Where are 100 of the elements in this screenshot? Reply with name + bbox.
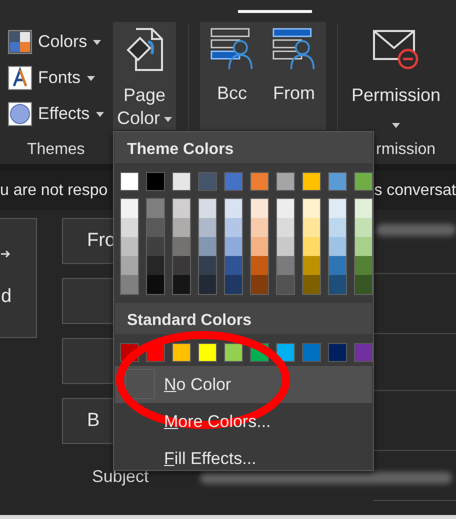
menu-item[interactable]: No Color bbox=[115, 366, 372, 403]
show-field-button[interactable]: From bbox=[268, 27, 320, 107]
color-swatch[interactable] bbox=[121, 237, 138, 256]
effects-icon bbox=[8, 102, 32, 126]
color-swatch[interactable] bbox=[329, 199, 346, 218]
color-swatch[interactable] bbox=[302, 343, 321, 362]
group-label: rmission bbox=[376, 140, 436, 160]
color-swatch[interactable] bbox=[303, 275, 320, 294]
field-person-icon bbox=[271, 27, 317, 70]
color-swatch[interactable] bbox=[120, 172, 139, 191]
color-swatch[interactable] bbox=[121, 218, 138, 237]
color-swatch[interactable] bbox=[276, 343, 295, 362]
theme-option-button[interactable]: Fonts bbox=[8, 60, 104, 96]
color-swatch[interactable] bbox=[121, 256, 138, 275]
color-swatch[interactable] bbox=[302, 172, 321, 191]
font-icon bbox=[8, 66, 32, 90]
field-person-icon bbox=[209, 27, 255, 70]
color-swatch[interactable] bbox=[277, 275, 294, 294]
color-swatch[interactable] bbox=[329, 218, 346, 237]
color-swatch[interactable] bbox=[355, 199, 372, 218]
info-bar-text: s conversat bbox=[374, 180, 456, 200]
empty-swatch-icon bbox=[125, 369, 155, 399]
color-swatch[interactable] bbox=[250, 172, 269, 191]
subject-label: Subject bbox=[92, 466, 149, 488]
color-swatch[interactable] bbox=[199, 256, 216, 275]
color-swatch[interactable] bbox=[147, 256, 164, 275]
page-color-button[interactable]: Page Color bbox=[113, 22, 176, 130]
color-swatch[interactable] bbox=[354, 172, 373, 191]
color-swatch[interactable] bbox=[277, 218, 294, 237]
caret-icon bbox=[392, 123, 400, 128]
envelope-no-entry-icon bbox=[373, 30, 419, 70]
color-swatch[interactable] bbox=[173, 237, 190, 256]
color-swatch[interactable] bbox=[224, 172, 243, 191]
color-swatch[interactable] bbox=[173, 256, 190, 275]
color-swatch[interactable] bbox=[225, 256, 242, 275]
color-swatch[interactable] bbox=[355, 256, 372, 275]
theme-option-button[interactable]: Colors bbox=[8, 24, 104, 60]
color-swatch[interactable] bbox=[251, 275, 268, 294]
show-field-button[interactable]: Bcc bbox=[206, 27, 258, 107]
group-label: Themes bbox=[27, 140, 85, 160]
color-swatch[interactable] bbox=[173, 275, 190, 294]
color-swatch[interactable] bbox=[303, 256, 320, 275]
color-swatch[interactable] bbox=[199, 218, 216, 237]
address-button[interactable] bbox=[62, 278, 116, 324]
color-swatch[interactable] bbox=[355, 275, 372, 294]
color-swatch[interactable] bbox=[303, 199, 320, 218]
caret-icon bbox=[93, 40, 102, 44]
permission-button[interactable]: Permission bbox=[345, 30, 447, 128]
color-swatch[interactable] bbox=[225, 199, 242, 218]
color-swatch[interactable] bbox=[251, 199, 268, 218]
color-swatch[interactable] bbox=[329, 275, 346, 294]
paint-bucket-page-icon bbox=[126, 28, 164, 72]
color-swatch[interactable] bbox=[251, 256, 268, 275]
color-swatch[interactable] bbox=[121, 199, 138, 218]
caret-icon bbox=[96, 112, 104, 116]
color-swatch[interactable] bbox=[147, 199, 164, 218]
color-swatch[interactable] bbox=[251, 218, 268, 237]
color-swatch[interactable] bbox=[198, 343, 217, 362]
caret-icon bbox=[86, 76, 95, 80]
send-button[interactable]: d bbox=[0, 218, 37, 338]
send-arrow-icon bbox=[1, 249, 11, 259]
color-swatch[interactable] bbox=[277, 256, 294, 275]
theme-option-button[interactable]: Effects bbox=[8, 96, 104, 132]
color-scheme-icon bbox=[8, 30, 32, 54]
color-swatch[interactable] bbox=[329, 256, 346, 275]
color-swatch[interactable] bbox=[147, 275, 164, 294]
color-swatch[interactable] bbox=[199, 199, 216, 218]
color-swatch[interactable] bbox=[173, 218, 190, 237]
color-swatch[interactable] bbox=[355, 218, 372, 237]
info-bar-text: u are not respo bbox=[0, 180, 108, 200]
color-swatch[interactable] bbox=[328, 172, 347, 191]
color-swatch[interactable] bbox=[277, 237, 294, 256]
color-swatch[interactable] bbox=[121, 275, 138, 294]
color-swatch[interactable] bbox=[354, 343, 373, 362]
color-swatch[interactable] bbox=[303, 237, 320, 256]
address-button[interactable] bbox=[62, 338, 116, 384]
color-swatch[interactable] bbox=[199, 275, 216, 294]
color-swatch[interactable] bbox=[303, 218, 320, 237]
color-swatch[interactable] bbox=[328, 343, 347, 362]
color-swatch[interactable] bbox=[198, 172, 217, 191]
color-swatch[interactable] bbox=[146, 172, 165, 191]
color-swatch[interactable] bbox=[355, 237, 372, 256]
color-swatch[interactable] bbox=[225, 275, 242, 294]
color-swatch[interactable] bbox=[277, 199, 294, 218]
color-swatch[interactable] bbox=[173, 199, 190, 218]
address-button[interactable]: B bbox=[62, 398, 116, 444]
color-swatch[interactable] bbox=[251, 237, 268, 256]
color-swatch[interactable] bbox=[225, 218, 242, 237]
color-swatch[interactable] bbox=[147, 237, 164, 256]
menu-section-header: Standard Colors bbox=[115, 303, 372, 334]
color-swatch[interactable] bbox=[172, 172, 191, 191]
color-swatch[interactable] bbox=[199, 237, 216, 256]
color-swatch[interactable] bbox=[224, 343, 243, 362]
color-swatch[interactable] bbox=[329, 237, 346, 256]
color-swatch[interactable] bbox=[225, 237, 242, 256]
menu-section-header: Theme Colors bbox=[115, 132, 372, 163]
color-swatch[interactable] bbox=[147, 218, 164, 237]
color-swatch[interactable] bbox=[172, 343, 191, 362]
caret-icon bbox=[164, 116, 172, 122]
color-swatch[interactable] bbox=[276, 172, 295, 191]
